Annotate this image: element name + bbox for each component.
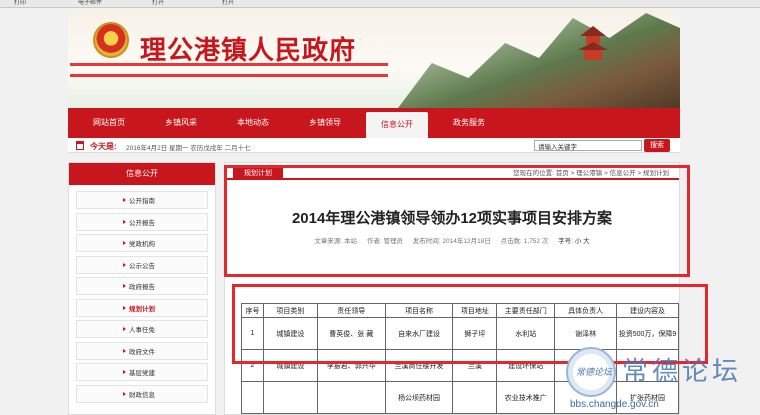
nav-town-leaders[interactable]: 乡镇领导 <box>294 108 356 138</box>
sidebar-item-gov-report[interactable]: 政府报告 <box>76 277 208 295</box>
bullet-icon <box>123 219 126 224</box>
bullet-icon <box>123 284 126 288</box>
sidebar-item-party[interactable]: 基层党建 <box>76 363 208 381</box>
table-cell: 农业技术推广 <box>496 381 556 414</box>
sidebar-item-documents[interactable]: 政府文件 <box>76 341 208 360</box>
sidebar-item-label: 基层党建 <box>129 370 155 377</box>
nav-town-style[interactable]: 乡镇风采 <box>150 108 212 138</box>
sidebar-item-report[interactable]: 公开报告 <box>76 212 208 231</box>
print-menu[interactable]: 打印 <box>14 0 26 7</box>
sidebar-item-label: 人事任免 <box>129 327 155 334</box>
sidebar-item-guide[interactable]: 公开指南 <box>76 191 208 209</box>
bullet-icon <box>123 198 126 202</box>
sidebar-item-label: 财政信息 <box>129 391 155 399</box>
table-cell <box>241 381 264 414</box>
today-label: 今天是: <box>90 142 117 151</box>
table-cell <box>316 381 386 414</box>
title-underline <box>70 63 388 77</box>
sidebar-item-planning[interactable]: 规划计划 <box>76 298 208 317</box>
date-bar: 今天是: 2016年4月2日 星期一 农历戊戌年 二月十七 搜索 <box>68 138 680 153</box>
browser-toolbar: 打印 电子邮件 打开 打开 <box>0 0 760 8</box>
sidebar-item-personnel[interactable]: 人事任免 <box>76 320 208 338</box>
sidebar-item-label: 政府文件 <box>129 348 155 356</box>
nav-gov-services[interactable]: 政务服务 <box>438 108 500 138</box>
nav-home[interactable]: 网站首页 <box>78 108 140 138</box>
forum-url: bbs.changde.gov.cn <box>570 399 659 410</box>
bullet-icon <box>123 262 126 267</box>
sidebar-item-notices[interactable]: 公示公告 <box>76 255 208 274</box>
sidebar-item-label: 公示公告 <box>129 262 155 270</box>
search-input[interactable] <box>534 140 642 151</box>
bullet-icon <box>123 241 126 245</box>
sidebar-item-label: 党政机构 <box>129 241 155 248</box>
sidebar-item-label: 公开报告 <box>129 219 155 227</box>
open-menu[interactable]: 打开 <box>152 0 164 7</box>
bullet-icon <box>123 391 126 396</box>
bullet-icon <box>123 348 126 353</box>
nav-local-news[interactable]: 本地动态 <box>222 108 284 138</box>
bullet-icon <box>123 305 126 310</box>
sidebar-title: 信息公开 <box>69 163 215 185</box>
nav-info-public[interactable]: 信息公开 <box>366 112 428 138</box>
site-header: 理公港镇人民政府 <box>68 8 680 108</box>
site-title: 理公港镇人民政府 <box>140 36 357 65</box>
pagoda-icon <box>578 26 608 60</box>
email-menu[interactable]: 电子邮件 <box>78 0 102 7</box>
sidebar-item-agencies[interactable]: 党政机构 <box>76 234 208 252</box>
sidebar-item-label: 规划计划 <box>129 305 155 313</box>
forum-name: 常德论坛 <box>622 357 743 387</box>
bullet-icon <box>123 327 126 331</box>
forum-logo-icon: 常德论坛 <box>566 347 616 397</box>
table-cell: 杨公坝药材园 <box>384 381 454 414</box>
forum-watermark: 常德论坛 常德论坛 bbs.changde.gov.cn <box>566 345 760 415</box>
sidebar-item-finance[interactable]: 财政信息 <box>76 384 208 403</box>
sidebar: 信息公开 公开指南 公开报告 党政机构 公示公告 政府报告 规划计划 人事任免 … <box>68 162 216 415</box>
sidebar-item-label: 政府报告 <box>129 284 155 291</box>
sidebar-item-label: 公开指南 <box>129 198 155 205</box>
open-menu-2[interactable]: 打开 <box>222 0 234 7</box>
calendar-icon <box>76 141 84 150</box>
date-text: 2016年4月2日 星期一 农历戊戌年 二月十七 <box>126 145 251 152</box>
table-cell <box>452 381 498 414</box>
annotation-box-title <box>224 165 690 277</box>
search-button[interactable]: 搜索 <box>644 139 670 152</box>
national-emblem-icon <box>93 22 129 58</box>
table-cell <box>262 381 318 414</box>
forum-logo-text: 常德论坛 <box>576 367 613 377</box>
header-landscape <box>398 13 680 108</box>
bullet-icon <box>123 370 126 374</box>
main-nav: 网站首页 乡镇风采 本地动态 乡镇领导 信息公开 政务服务 <box>68 108 680 138</box>
